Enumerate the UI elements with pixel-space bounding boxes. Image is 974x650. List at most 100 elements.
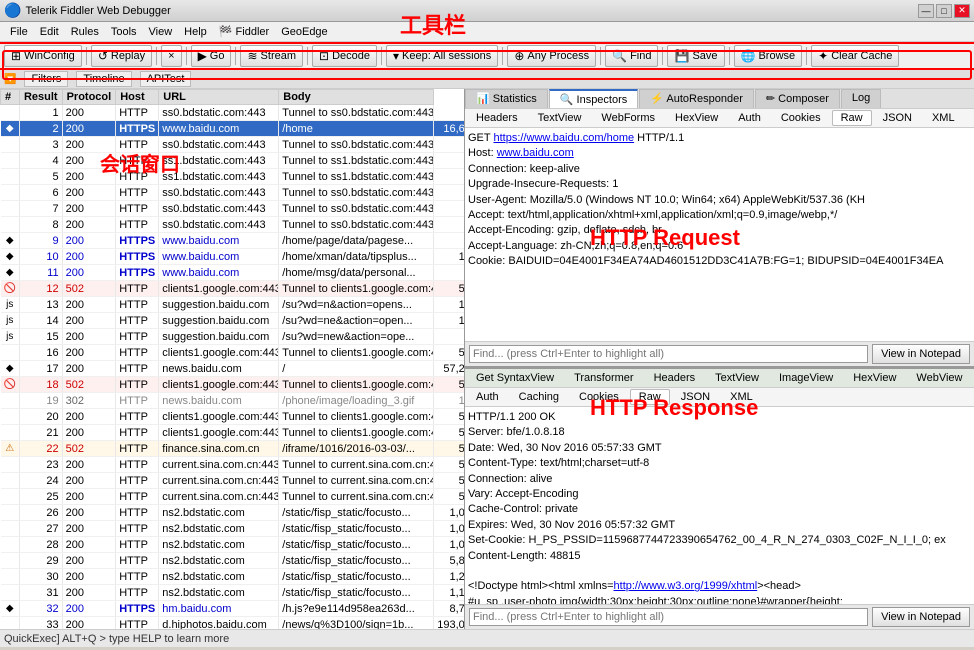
toolbar-btn-find[interactable]: 🔍Find [605,45,658,67]
table-row[interactable]: 6200HTTPss0.bdstatic.com:443Tunnel to ss… [1,185,465,201]
table-row[interactable]: js15200HTTPsuggestion.baidu.com/su?wd=ne… [1,329,465,345]
req-tab-auth[interactable]: Auth [729,110,770,126]
col-body[interactable]: Body [279,90,434,105]
col-protocol[interactable]: Protocol [62,90,116,105]
apitest-label[interactable]: APITest [140,71,192,87]
req-tab-xml[interactable]: XML [923,110,964,126]
table-row[interactable]: 🚫12502HTTPclients1.google.com:443Tunnel … [1,281,465,297]
req-tab-cookies[interactable]: Cookies [772,110,830,126]
filters-label[interactable]: Filters [24,71,68,87]
table-row[interactable]: 21200HTTPclients1.google.com:443Tunnel t… [1,425,465,441]
resp-sub-json[interactable]: JSON [672,389,719,405]
menu-item-edit[interactable]: Edit [34,25,65,39]
req-tab-json[interactable]: JSON [874,110,921,126]
toolbar-btn-replay[interactable]: ↺Replay [91,45,152,67]
table-row[interactable]: 31200HTTPns2.bdstatic.com/static/fisp_st… [1,585,465,601]
table-row[interactable]: ◆10200HTTPSwww.baidu.com/home/xman/data/… [1,249,465,265]
resp-sub-cookies[interactable]: Cookies [570,389,628,405]
minimize-button[interactable]: — [918,4,934,18]
req-tab-hexview[interactable]: HexView [666,110,727,126]
req-host-link[interactable]: www.baidu.com [497,147,574,159]
table-row[interactable]: js14200HTTPsuggestion.baidu.com/su?wd=ne… [1,313,465,329]
table-row[interactable]: ◆9200HTTPSwww.baidu.com/home/page/data/p… [1,233,465,249]
tab-log[interactable]: Log [841,89,881,108]
table-row[interactable]: 16200HTTPclients1.google.com:443Tunnel t… [1,345,465,361]
table-row[interactable]: 19302HTTPnews.baidu.com/phone/image/load… [1,393,465,409]
req-tab-raw[interactable]: Raw [832,110,872,126]
table-row[interactable]: 25200HTTPcurrent.sina.com.cn:443Tunnel t… [1,489,465,505]
toolbar-btn-winconfig[interactable]: ⊞WinConfig [4,45,82,67]
table-row[interactable]: 🚫18502HTTPclients1.google.com:443Tunnel … [1,377,465,393]
table-row[interactable]: 3200HTTPss0.bdstatic.com:443Tunnel to ss… [1,137,465,153]
menu-item-rules[interactable]: Rules [65,25,105,39]
resp-tab-transformer[interactable]: Transformer [565,370,643,386]
req-tab-headers[interactable]: Headers [467,110,527,126]
resp-sub-xml[interactable]: XML [721,389,762,405]
table-row[interactable]: 24200HTTPcurrent.sina.com.cn:443Tunnel t… [1,473,465,489]
table-row[interactable]: 23200HTTPcurrent.sina.com.cn:443Tunnel t… [1,457,465,473]
session-scroll[interactable]: # Result Protocol Host URL Body 1200HTTP… [0,89,464,629]
table-row[interactable]: ◆17200HTTPnews.baidu.com/57,243 [1,361,465,377]
response-content[interactable]: HTTP/1.1 200 OK Server: bfe/1.0.8.18 Dat… [465,407,974,604]
toolbar-btn-browse[interactable]: 🌐Browse [734,45,803,67]
resp-tab-headers[interactable]: Headers [645,370,705,386]
req-url-link[interactable]: https://www.baidu.com/home [493,132,634,144]
menu-item-file[interactable]: File [4,25,34,39]
resp-sub-raw[interactable]: Raw [630,389,670,405]
resp-sub-caching[interactable]: Caching [510,389,568,405]
maximize-button[interactable]: □ [936,4,952,18]
table-row[interactable]: 8200HTTPss0.bdstatic.com:443Tunnel to ss… [1,217,465,233]
req-tab-webforms[interactable]: WebForms [592,110,664,126]
table-row[interactable]: ◆2200HTTPSwww.baidu.com/home16,629 [1,121,465,137]
table-row[interactable]: 20200HTTPclients1.google.com:443Tunnel t… [1,409,465,425]
resp-tab-textview[interactable]: TextView [706,370,768,386]
table-row[interactable]: 1200HTTPss0.bdstatic.com:443Tunnel to ss… [1,105,465,121]
request-content[interactable]: GET https://www.baidu.com/home HTTP/1.1 … [465,128,974,341]
resp-tab-imageview[interactable]: ImageView [770,370,842,386]
menu-item-fiddler[interactable]: 🏁 Fiddler [213,24,275,39]
tab-autoresponder[interactable]: ⚡ AutoResponder [639,89,754,108]
menu-item-tools[interactable]: Tools [105,25,143,39]
col-num[interactable]: # [1,90,20,105]
tab-composer[interactable]: ✏ Composer [755,89,840,108]
request-view-notepad-btn[interactable]: View in Notepad [872,344,970,364]
toolbar-btn-decode[interactable]: ⊡Decode [312,45,377,67]
tab-statistics[interactable]: 📊 Statistics [465,89,548,108]
table-row[interactable]: 30200HTTPns2.bdstatic.com/static/fisp_st… [1,569,465,585]
resp-tab-hexview[interactable]: HexView [844,370,905,386]
toolbar-btn--[interactable]: × [161,45,181,67]
toolbar-btn-keep--all-sessions[interactable]: ▾Keep: All sessions [386,45,498,67]
table-row[interactable]: 26200HTTPns2.bdstatic.com/static/fisp_st… [1,505,465,521]
close-button[interactable]: ✕ [954,4,970,18]
toolbar-btn-save[interactable]: 💾Save [667,45,724,67]
resp-tab-syntaxview[interactable]: Get SyntaxView [467,370,563,386]
table-row[interactable]: js13200HTTPsuggestion.baidu.com/su?wd=n&… [1,297,465,313]
col-url[interactable]: URL [159,90,279,105]
table-row[interactable]: ⚠22502HTTPfinance.sina.com.cn/iframe/101… [1,441,465,457]
table-row[interactable]: 33200HTTPd.hiphotos.baidu.com/news/q%3D1… [1,617,465,630]
response-view-notepad-btn[interactable]: View in Notepad [872,607,970,627]
table-row[interactable]: 4200HTTPss1.bdstatic.com:443Tunnel to ss… [1,153,465,169]
toolbar-btn-any-process[interactable]: ⊕Any Process [507,45,596,67]
table-row[interactable]: 7200HTTPss0.bdstatic.com:443Tunnel to ss… [1,201,465,217]
request-find-input[interactable] [469,345,868,363]
table-row[interactable]: ◆32200HTTPShm.baidu.com/h.js?e9e114d958e… [1,601,465,617]
col-host[interactable]: Host [116,90,159,105]
table-row[interactable]: ◆11200HTTPSwww.baidu.com/home/msg/data/p… [1,265,465,281]
resp-sub-auth[interactable]: Auth [467,389,508,405]
tab-inspectors[interactable]: 🔍 Inspectors [549,89,639,108]
menu-item-view[interactable]: View [143,25,179,39]
table-row[interactable]: 27200HTTPns2.bdstatic.com/static/fisp_st… [1,521,465,537]
col-result[interactable]: Result [19,90,62,105]
toolbar-btn-go[interactable]: ▶Go [191,45,232,67]
toolbar-btn-clear-cache[interactable]: ✦Clear Cache [811,45,899,67]
table-row[interactable]: 28200HTTPns2.bdstatic.com/static/fisp_st… [1,537,465,553]
resp-tab-webview[interactable]: WebView [907,370,971,386]
timeline-label[interactable]: Timeline [76,71,131,87]
table-row[interactable]: 29200HTTPns2.bdstatic.com/static/fisp_st… [1,553,465,569]
menu-item-help[interactable]: Help [178,25,213,39]
menu-item-geoedge[interactable]: GeoEdge [275,25,333,39]
table-row[interactable]: 5200HTTPss1.bdstatic.com:443Tunnel to ss… [1,169,465,185]
toolbar-btn-stream[interactable]: ≋Stream [240,45,303,67]
response-find-input[interactable] [469,608,868,626]
